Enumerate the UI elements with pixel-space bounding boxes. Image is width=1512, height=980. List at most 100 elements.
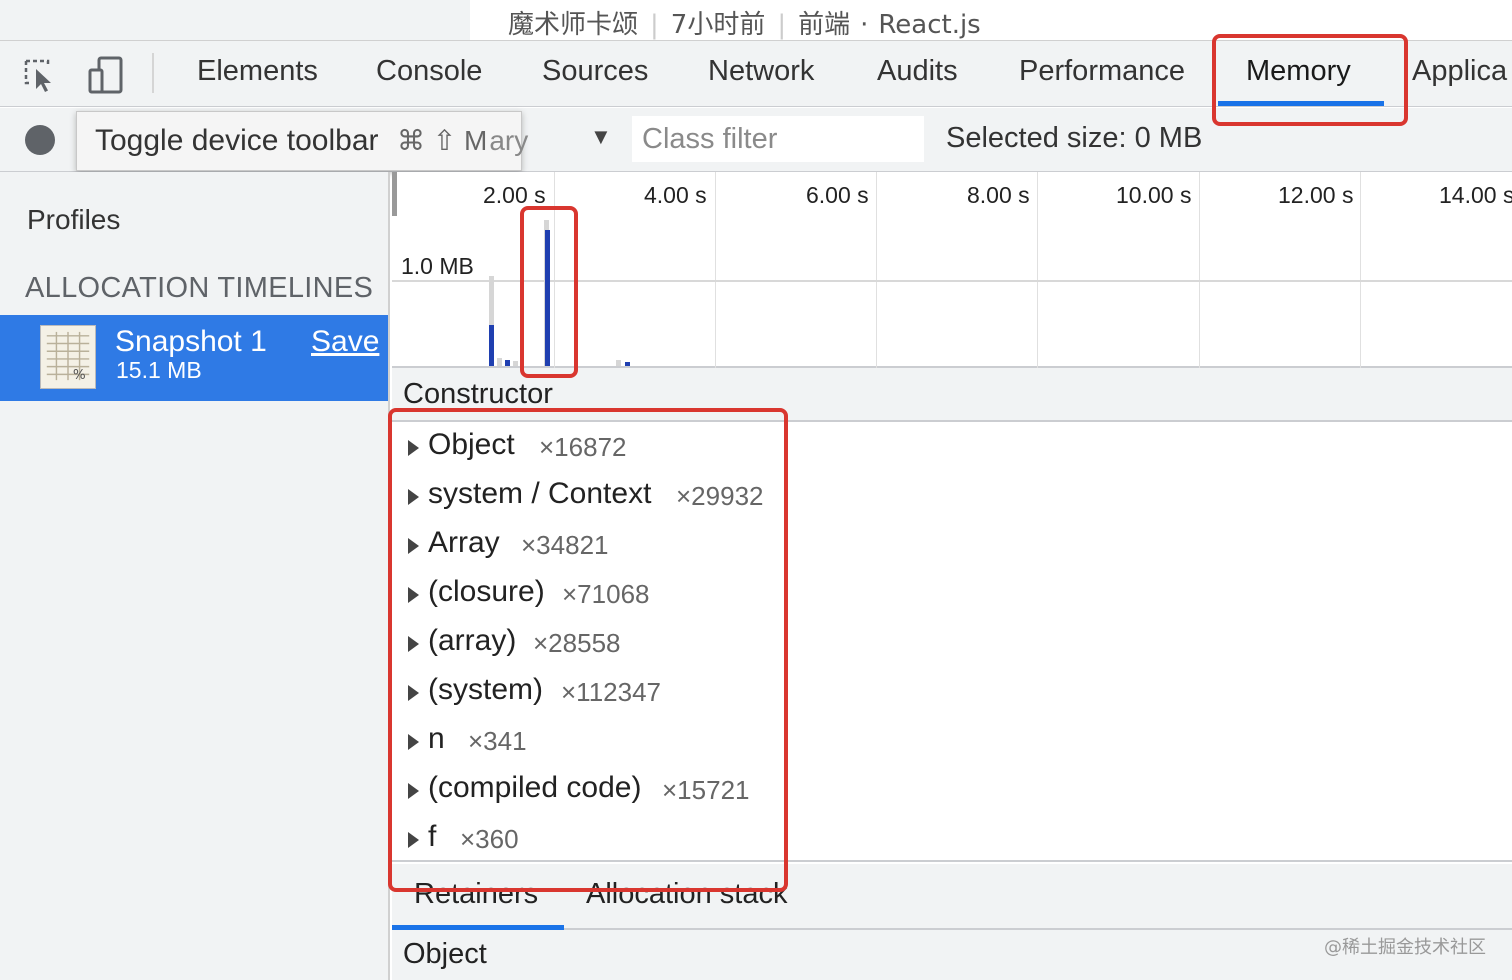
toggle-device-toolbar-tooltip: Toggle device toolbar ⌘ ⇧ Mary [76, 111, 528, 171]
constructor-name: (system) [428, 673, 543, 706]
tab-elements[interactable]: Elements [197, 55, 318, 88]
device-toolbar-icon[interactable] [86, 55, 126, 95]
allocation-bar [489, 325, 494, 366]
allocation-bar-freed [497, 358, 502, 366]
constructor-row[interactable]: Array ×34821 [392, 520, 1512, 569]
summary-view-label[interactable]: ary [489, 125, 528, 156]
timeline-tick-label: 10.00 s [1116, 182, 1192, 208]
tabbar-divider [152, 53, 154, 93]
caption-time: 7小时前 [670, 10, 766, 40]
timeline-tick-label: 4.00 s [644, 182, 707, 208]
timeline-gridline [1199, 172, 1200, 368]
tab-memory[interactable]: Memory [1246, 55, 1351, 88]
expand-triangle-icon[interactable] [408, 685, 419, 701]
allocation-bar-freed [513, 361, 518, 366]
constructor-header-label: Constructor [403, 378, 553, 410]
tooltip-shortcut: ⌘ ⇧ Mary [397, 124, 528, 157]
constructor-count: ×28558 [533, 628, 621, 658]
expand-triangle-icon[interactable] [408, 587, 419, 603]
timeline-tick-label: 8.00 s [967, 182, 1030, 208]
snapshot-size: 15.1 MB [116, 357, 202, 383]
tab-application[interactable]: Applica [1412, 55, 1507, 88]
expand-triangle-icon[interactable] [408, 489, 419, 505]
tab-sources[interactable]: Sources [542, 55, 648, 88]
constructor-row[interactable]: n ×341 [392, 716, 1512, 765]
expand-triangle-icon[interactable] [408, 783, 419, 799]
caption-tag[interactable]: React.js [878, 10, 980, 40]
tab-retainers[interactable]: Retainers [414, 878, 538, 911]
allocation-timeline-overview[interactable]: 2.00 s 4.00 s 6.00 s 8.00 s 10.00 s 12.0… [392, 172, 1512, 368]
constructor-count: ×29932 [676, 481, 764, 511]
caption-dot: · [860, 10, 869, 40]
constructor-row[interactable]: (array) ×28558 [392, 618, 1512, 667]
timeline-window-handle[interactable] [392, 172, 397, 216]
caption-separator: | [777, 10, 787, 40]
constructor-list: Object ×16872 system / Context ×29932 Ar… [392, 422, 1512, 862]
expand-triangle-icon[interactable] [408, 636, 419, 652]
class-filter-input[interactable] [632, 116, 924, 162]
selected-size-label: Selected size: 0 MB [946, 122, 1203, 154]
constructor-count: ×16872 [539, 432, 627, 462]
expand-triangle-icon[interactable] [408, 440, 419, 456]
allocation-bar-freed [616, 360, 621, 366]
caption-category[interactable]: 前端 [798, 10, 850, 40]
timeline-gridline [876, 172, 877, 368]
constructor-row[interactable]: Object ×16872 [392, 422, 1512, 471]
caption-left-fill [0, 0, 470, 40]
caption-text: 魔术师卡颂 | 7小时前 | 前端 · React.js [508, 4, 981, 41]
constructor-count: ×71068 [562, 579, 650, 609]
record-button[interactable] [25, 125, 55, 155]
svg-text:%: % [73, 367, 86, 383]
snapshot-save-link[interactable]: Save [311, 325, 379, 359]
profiles-title: Profiles [27, 204, 121, 235]
retainers-object-label: Object [403, 938, 487, 970]
tab-network[interactable]: Network [708, 55, 814, 88]
watermark: @稀土掘金技术社区 [1324, 937, 1486, 958]
constructor-row[interactable]: system / Context ×29932 [392, 471, 1512, 520]
constructor-name: (closure) [428, 575, 545, 608]
tooltip-text: Toggle device toolbar [95, 124, 379, 157]
tab-audits[interactable]: Audits [877, 55, 958, 88]
tab-console[interactable]: Console [376, 55, 482, 88]
memory-scale-line [392, 280, 1512, 282]
constructor-row[interactable]: (closure) ×71068 [392, 569, 1512, 618]
allocation-bar [625, 362, 630, 366]
constructor-row[interactable]: (system) ×112347 [392, 667, 1512, 716]
constructor-count: ×360 [460, 824, 519, 854]
timeline-tick-label: 12.00 s [1278, 182, 1354, 208]
constructor-count: ×15721 [662, 775, 750, 805]
expand-triangle-icon[interactable] [408, 538, 419, 554]
view-dropdown-arrow[interactable]: ▼ [590, 124, 612, 150]
tab-performance[interactable]: Performance [1019, 55, 1185, 88]
memory-scale-label: 1.0 MB [401, 253, 474, 279]
snapshot-list-item[interactable]: % Snapshot 1 15.1 MB Save [0, 315, 388, 401]
constructor-name: (array) [428, 624, 517, 657]
timeline-tick-label: 2.00 s [483, 182, 546, 208]
constructor-row[interactable]: (compiled code) ×15721 [392, 765, 1512, 814]
constructor-column-header[interactable]: Constructor [392, 368, 1512, 422]
devtools-tabbar: Elements Console Sources Network Audits … [0, 40, 1512, 107]
allocation-bar [545, 230, 550, 366]
constructor-name: system / Context [428, 477, 652, 510]
inspect-element-icon[interactable] [22, 55, 62, 95]
profiles-sidebar: Profiles ALLOCATION TIMELINES % Snapshot… [0, 172, 390, 980]
tab-allocation-stack[interactable]: Allocation stack [586, 878, 788, 911]
timeline-gridline [715, 172, 716, 368]
caption-author[interactable]: 魔术师卡颂 [508, 10, 638, 40]
constructor-name: Object [428, 428, 515, 461]
snapshot-profile-icon: % [40, 325, 96, 389]
constructor-name: f [428, 820, 437, 853]
constructor-count: ×34821 [521, 530, 609, 560]
constructor-count: ×112347 [561, 677, 662, 707]
constructor-count: ×341 [468, 726, 527, 756]
expand-triangle-icon[interactable] [408, 734, 419, 750]
retainers-tabbar: Retainers Allocation stack [392, 864, 1512, 930]
constructor-row[interactable]: f ×360 [392, 814, 1512, 863]
timeline-gridline [1037, 172, 1038, 368]
timeline-tick-label: 6.00 s [806, 182, 869, 208]
timeline-gridline [554, 172, 555, 368]
article-caption: 魔术师卡颂 | 7小时前 | 前端 · React.js [0, 0, 1512, 40]
constructor-name: (compiled code) [428, 771, 642, 804]
expand-triangle-icon[interactable] [408, 832, 419, 848]
snapshot-name: Snapshot 1 [115, 325, 267, 358]
